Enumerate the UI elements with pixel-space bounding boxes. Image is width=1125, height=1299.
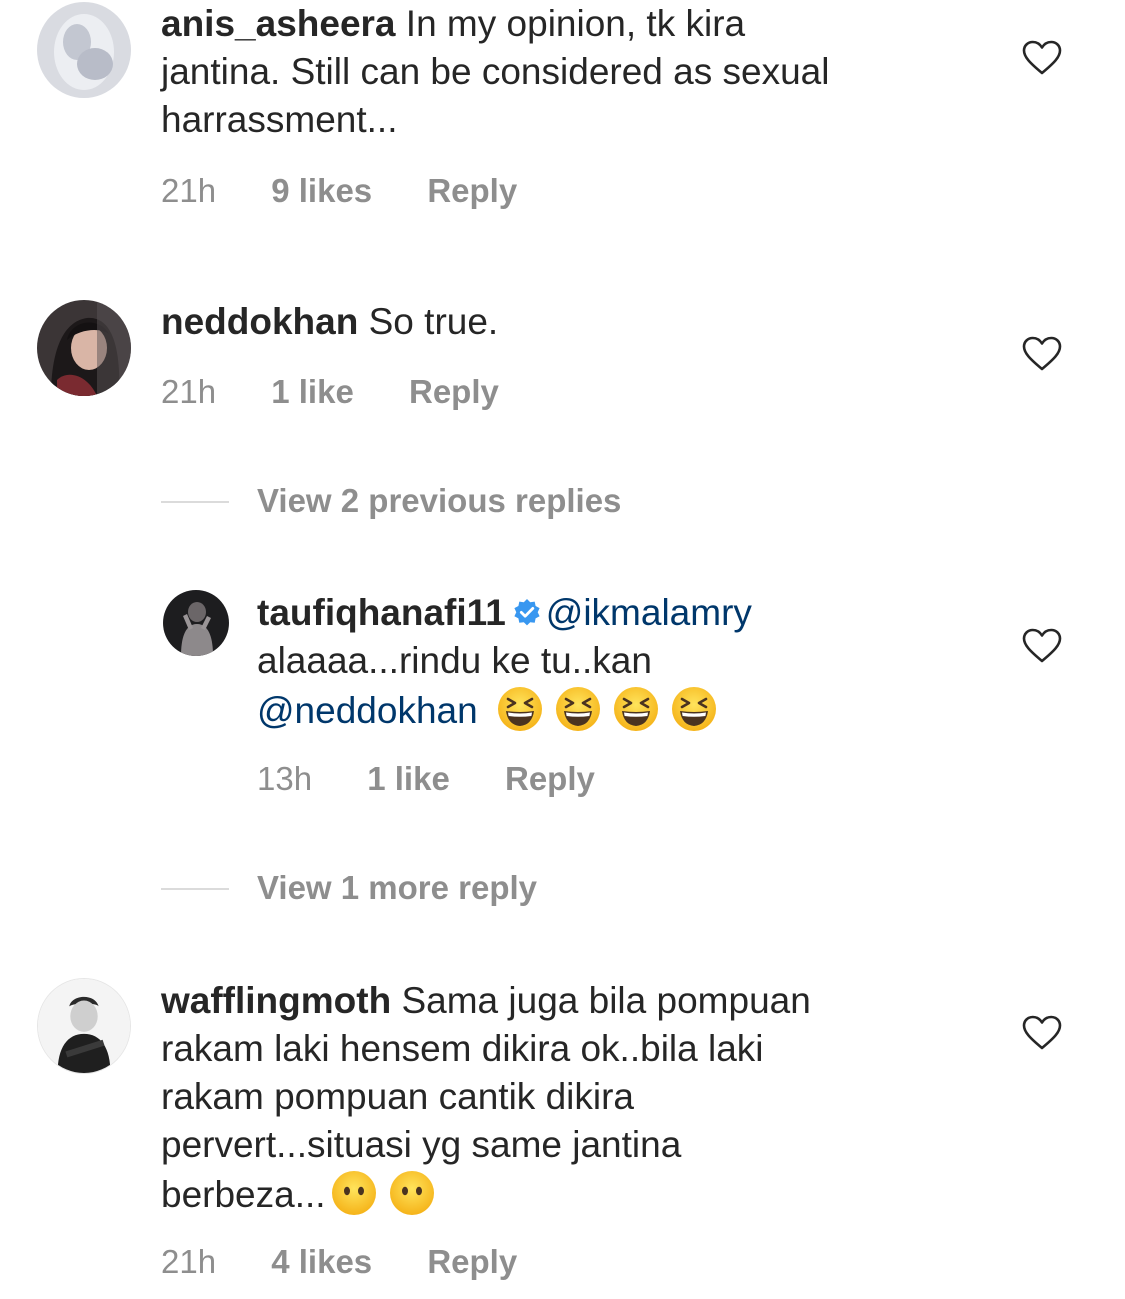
grinning-squinting-face-emoji: [612, 685, 660, 733]
avatar-wafflingmoth[interactable]: [37, 978, 131, 1074]
view-more-replies[interactable]: View 1 more reply: [161, 868, 621, 908]
like-button[interactable]: [1022, 336, 1062, 372]
heart-outline-icon: [1022, 40, 1062, 75]
view-previous-replies-label[interactable]: View 2 previous replies: [257, 481, 621, 521]
comment-meta: 21h 9 likes Reply: [161, 171, 517, 211]
comment-timestamp: 21h: [161, 172, 217, 209]
face-without-mouth-emoji: [330, 1169, 378, 1217]
comment-username[interactable]: anis_asheera: [161, 3, 396, 44]
comment-body-line: pervert...situasi yg same jantina: [161, 1124, 682, 1165]
comment-text: neddokhan So true.: [161, 298, 981, 346]
like-button[interactable]: [1022, 1015, 1062, 1051]
reply-timestamp: 13h: [257, 760, 313, 797]
reply-button[interactable]: Reply: [505, 759, 595, 799]
comment-likes-count[interactable]: 9 likes: [271, 171, 372, 211]
avatar-anis-asheera[interactable]: [37, 2, 131, 98]
grinning-squinting-face-emoji: [496, 685, 544, 733]
thread-divider: [161, 501, 229, 503]
comment-body-line: In my opinion, tk kira: [395, 3, 746, 44]
reply-username[interactable]: taufiqhanafi11: [257, 592, 506, 633]
like-button[interactable]: [1022, 40, 1062, 76]
reply-body-line: alaaaa...rindu ke tu..kan: [257, 640, 652, 681]
avatar-neddokhan[interactable]: [37, 300, 131, 396]
comment-body-line: berbeza...: [161, 1174, 326, 1215]
mention-link[interactable]: @ikmalamry: [546, 592, 752, 633]
comment-body-line: harrassment...: [161, 99, 398, 140]
like-button[interactable]: [1022, 628, 1062, 664]
reply-button[interactable]: Reply: [427, 1242, 517, 1282]
reply-text: taufiqhanafi11 @ikmalamry alaaaa...rindu…: [257, 589, 977, 735]
avatar-taufiqhanafi11[interactable]: [163, 590, 229, 656]
heart-outline-icon: [1022, 628, 1062, 663]
heart-outline-icon: [1022, 336, 1062, 371]
view-previous-replies[interactable]: View 2 previous replies: [161, 481, 721, 521]
verified-badge-icon: [512, 598, 542, 628]
comment-text: anis_asheera In my opinion, tk kira jant…: [161, 0, 981, 144]
comment-timestamp: 21h: [161, 373, 217, 410]
reply-meta: 13h 1 like Reply: [257, 759, 595, 799]
comment-meta: 21h 1 like Reply: [161, 372, 499, 412]
thread-divider: [161, 888, 229, 890]
comment-body-line: Sama juga bila pompuan: [391, 980, 811, 1021]
face-without-mouth-emoji: [388, 1169, 436, 1217]
grinning-squinting-face-emoji: [670, 685, 718, 733]
comment-meta: 21h 4 likes Reply: [161, 1242, 517, 1282]
heart-outline-icon: [1022, 1015, 1062, 1050]
view-more-replies-label[interactable]: View 1 more reply: [257, 868, 537, 908]
grinning-squinting-face-emoji: [554, 685, 602, 733]
comment-likes-count[interactable]: 4 likes: [271, 1242, 372, 1282]
comment-body-line: rakam pompuan cantik dikira: [161, 1076, 634, 1117]
comment-body-line: rakam laki hensem dikira ok..bila laki: [161, 1028, 764, 1069]
comment-text: wafflingmoth Sama juga bila pompuan raka…: [161, 977, 981, 1219]
comment-timestamp: 21h: [161, 1243, 217, 1280]
reply-likes-count[interactable]: 1 like: [367, 759, 450, 799]
comment-username[interactable]: neddokhan: [161, 301, 358, 342]
comment-body-line: So true.: [358, 301, 499, 342]
comment-likes-count[interactable]: 1 like: [271, 372, 354, 412]
comment-username[interactable]: wafflingmoth: [161, 980, 391, 1021]
reply-button[interactable]: Reply: [427, 171, 517, 211]
comment-body-line: jantina. Still can be considered as sexu…: [161, 51, 830, 92]
mention-link[interactable]: @neddokhan: [257, 690, 478, 731]
reply-button[interactable]: Reply: [409, 372, 499, 412]
